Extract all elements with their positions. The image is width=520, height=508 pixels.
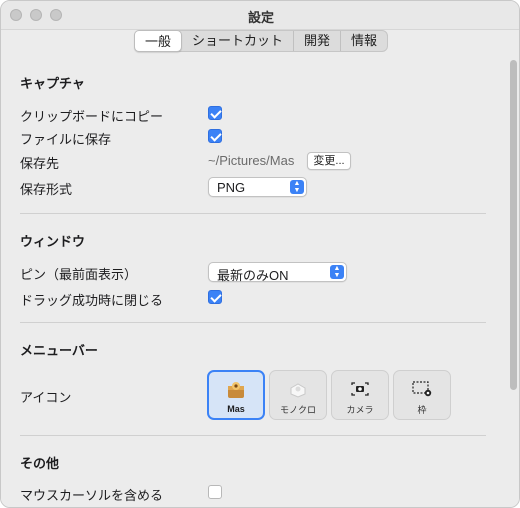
frame-selection-icon (412, 380, 432, 398)
save-location-path: ~/Pictures/Mas (208, 153, 295, 168)
menubar-icon-label: アイコン (20, 390, 72, 405)
save-format-select[interactable]: PNG ▲ ▼ (208, 177, 307, 197)
close-on-drag-label: ドラッグ成功時に閉じる (20, 293, 164, 308)
include-cursor-label: マウスカーソルを含める (20, 488, 164, 503)
pin-label: ピン（最前面表示） (20, 267, 138, 282)
icon-option-mas[interactable]: Mas (207, 370, 265, 420)
chevron-updown-icon: ▲ ▼ (330, 265, 344, 279)
scrollbar-thumb[interactable] (510, 60, 517, 390)
icon-option-label: Mas (227, 404, 245, 414)
window-section-title: ウィンドウ (20, 234, 86, 249)
other-section-title: その他 (20, 456, 60, 471)
monochrome-icon (288, 380, 308, 398)
tab-bar: 一般 ショートカット 開発 情報 (134, 30, 389, 52)
tab-developer[interactable]: 開発 (294, 31, 342, 51)
section-divider (20, 322, 486, 323)
pin-mode-select[interactable]: 最新のみON ▲ ▼ (208, 262, 347, 283)
menubar-section-title: メニューバー (20, 343, 98, 358)
save-to-file-label: ファイルに保存 (20, 132, 112, 147)
copy-to-clipboard-label: クリップボードにコピー (20, 109, 164, 124)
include-cursor-checkbox[interactable] (208, 485, 222, 499)
save-format-value: PNG (217, 180, 246, 195)
icon-option-label: モノクロ (279, 405, 316, 415)
tab-about[interactable]: 情報 (341, 31, 387, 51)
icon-option-camera[interactable]: カメラ (331, 370, 389, 420)
icon-option-monochrome[interactable]: モノクロ (269, 370, 327, 420)
section-divider (20, 213, 486, 214)
change-location-button[interactable]: 変更... (307, 152, 351, 170)
tab-general[interactable]: 一般 (134, 30, 183, 52)
tab-shortcuts[interactable]: ショートカット (182, 31, 295, 51)
pin-mode-value: 最新のみON (217, 268, 289, 283)
camera-icon (350, 380, 370, 398)
window-title: 設定 (247, 10, 274, 25)
icon-option-frame[interactable]: 枠 (393, 370, 451, 420)
save-format-label: 保存形式 (20, 182, 73, 197)
icon-option-label: カメラ (346, 405, 374, 415)
title-bar: 設定 (1, 1, 519, 29)
copy-to-clipboard-checkbox[interactable] (208, 106, 222, 120)
chevron-updown-icon: ▲ ▼ (290, 180, 304, 194)
vertical-scrollbar[interactable] (510, 60, 517, 500)
icon-option-label: 枠 (417, 405, 427, 415)
save-to-file-checkbox[interactable] (208, 129, 222, 143)
save-location-label: 保存先 (20, 156, 60, 171)
close-on-drag-checkbox[interactable] (208, 290, 222, 304)
settings-window: 設定 一般 ショートカット 開発 情報 キャプチャ クリップボードにコピー ファ… (0, 0, 520, 508)
settings-content: 一般 ショートカット 開発 情報 キャプチャ クリップボードにコピー ファイルに… (1, 29, 519, 507)
mas-app-icon (226, 381, 246, 399)
capture-section-title: キャプチャ (20, 76, 85, 91)
section-divider (20, 435, 486, 436)
